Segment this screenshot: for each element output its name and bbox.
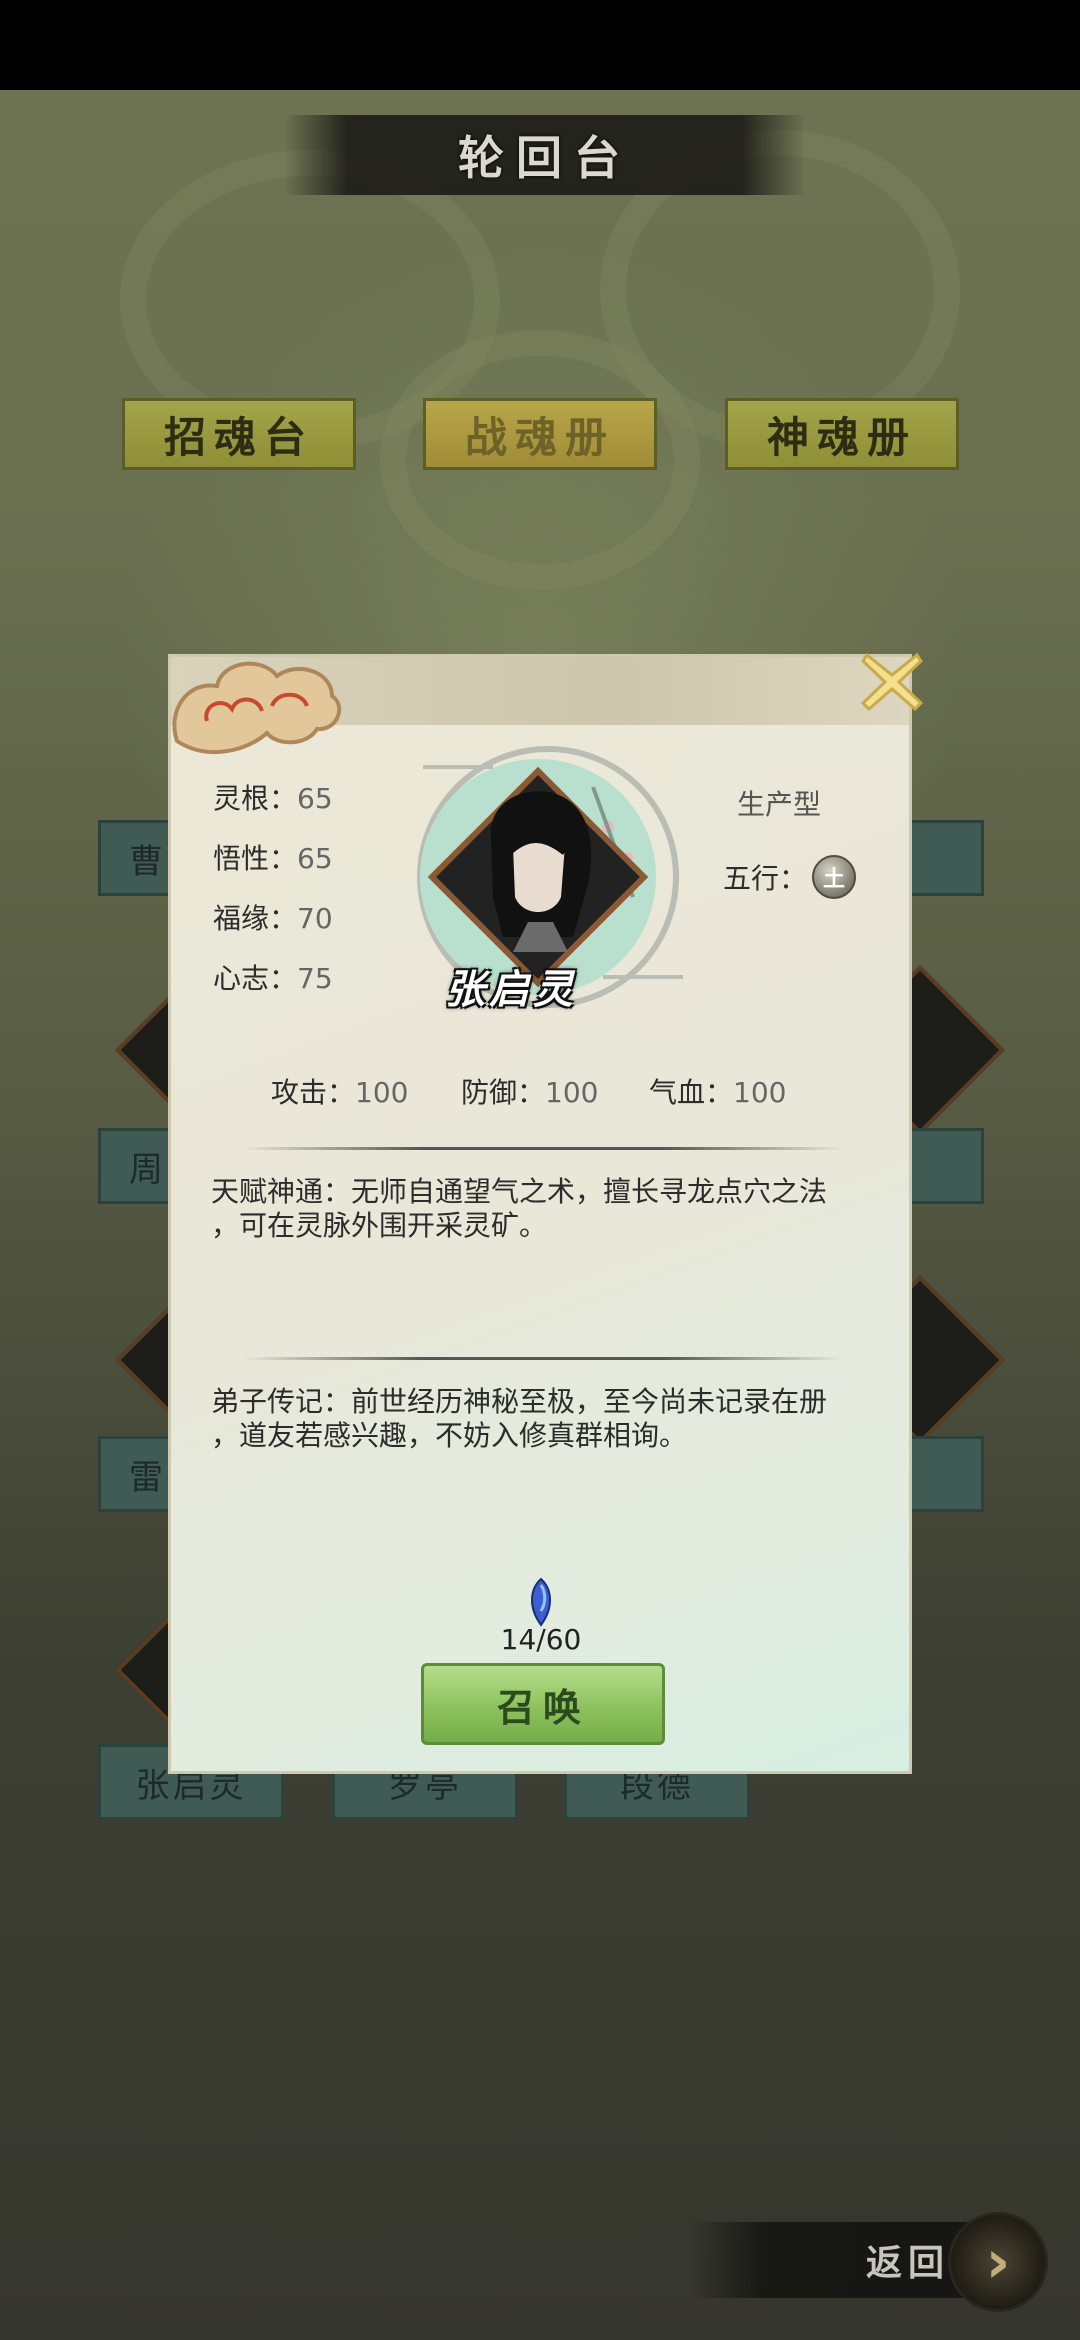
character-name: 张启灵 <box>445 966 577 1013</box>
stat-attack: 攻击：100 <box>271 1076 409 1109</box>
summon-label: 召唤 <box>496 1684 589 1730</box>
character-type: 生产型 <box>737 788 822 821</box>
element-label: 五行： <box>723 862 808 895</box>
return-button[interactable]: 返回 › <box>690 2212 1050 2312</box>
character-detail-dialog: 灵根：65 悟性：65 福缘：70 心志：75 张启灵 生产型 五行： 土 攻击… <box>168 652 924 1774</box>
tab-shenhunce[interactable]: 神魂册 <box>725 398 959 470</box>
close-icon[interactable] <box>859 649 925 715</box>
section-divider <box>243 1357 843 1360</box>
tab-label: 神魂册 <box>766 412 917 462</box>
talent-description: 天赋神通：无师自通望气之术，擅长寻龙点穴之法 ，可在灵脉外围开采灵矿。 <box>211 1175 828 1242</box>
stat-xinzhi: 心志：75 <box>213 962 333 995</box>
stat-health: 气血：100 <box>649 1076 787 1109</box>
page-title: 轮回台 <box>458 131 632 185</box>
summon-button[interactable]: 召唤 <box>421 1663 665 1745</box>
tab-label: 战魂册 <box>464 412 615 462</box>
tab-label: 招魂台 <box>163 412 314 462</box>
stat-linggen: 灵根：65 <box>213 782 333 815</box>
chevron-right-icon: › <box>948 2212 1048 2312</box>
page-title-banner: 轮回台 <box>285 115 805 195</box>
spirit-gem-icon <box>531 1577 551 1627</box>
stat-defense: 防御：100 <box>461 1076 599 1109</box>
tab-zhaohuntai[interactable]: 招魂台 <box>122 398 356 470</box>
cloud-ornament-icon <box>172 661 342 754</box>
return-label: 返回 <box>865 2242 950 2284</box>
stat-fuyuan: 福缘：70 <box>213 902 333 935</box>
status-bar <box>0 0 1080 90</box>
earth-element-icon: 土 <box>812 855 856 899</box>
gem-count: 14/60 <box>500 1623 582 1656</box>
section-divider <box>243 1147 843 1150</box>
tab-zhanhunce[interactable]: 战魂册 <box>423 398 657 470</box>
biography-description: 弟子传记：前世经历神秘至极，至今尚未记录在册 ，道友若感兴趣，不妨入修真群相询。 <box>211 1385 828 1452</box>
stat-wuxing: 悟性：65 <box>213 842 333 875</box>
